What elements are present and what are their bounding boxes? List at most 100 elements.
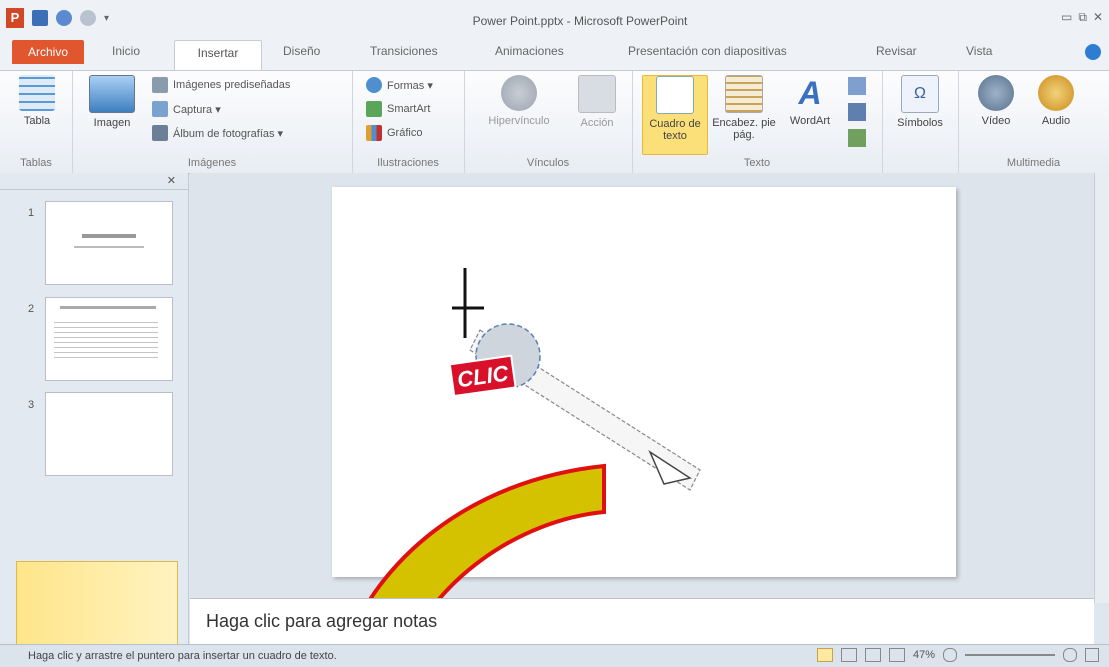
shapes-button[interactable]: Formas ▾: [366, 77, 433, 93]
undo-icon[interactable]: [56, 10, 72, 26]
slide-number: 1: [28, 207, 35, 219]
tab-design[interactable]: Diseño: [283, 44, 320, 58]
object-icon[interactable]: [848, 129, 866, 147]
table-button[interactable]: Tabla: [14, 75, 60, 127]
slide-number: 2: [28, 303, 35, 315]
wordart-button[interactable]: A WordArt: [780, 75, 840, 127]
textbox-button[interactable]: Cuadro de texto: [642, 75, 708, 155]
slide-thumbnail-3[interactable]: [45, 392, 173, 476]
picture-button-label: Imagen: [93, 117, 131, 129]
group-links: Hipervínculo Acción Vínculos: [464, 71, 633, 173]
slide-thumbnail-2[interactable]: [45, 297, 173, 381]
screenshot-button[interactable]: Captura ▾: [152, 101, 221, 117]
action-label: Acción: [580, 117, 614, 129]
title-bar: P ▾ Power Point.pptx - Microsoft PowerPo…: [0, 0, 1109, 37]
tab-view[interactable]: Vista: [966, 44, 992, 58]
group-symbols: Ω Símbolos: [882, 71, 959, 173]
tab-file[interactable]: Archivo: [12, 40, 84, 64]
tab-review[interactable]: Revisar: [876, 44, 917, 58]
slide-thumbnail-1[interactable]: [45, 201, 173, 285]
video-label: Vídeo: [981, 115, 1011, 127]
status-bar: Haga clic y arrastre el puntero para ins…: [0, 644, 1109, 667]
zoom-in-icon[interactable]: [1063, 648, 1077, 662]
textbox-label: Cuadro de texto: [649, 118, 701, 142]
help-icon[interactable]: [1085, 44, 1101, 60]
action-button[interactable]: Acción: [572, 75, 622, 129]
chart-button[interactable]: Gráfico: [366, 125, 422, 141]
ribbon: Tabla Tablas Imagen Imágenes prediseñada…: [0, 70, 1109, 174]
status-message: Haga clic y arrastre el puntero para ins…: [28, 650, 337, 662]
customize-qat-icon[interactable]: ▾: [104, 13, 109, 24]
slide-editing-area: [190, 173, 1094, 597]
group-media-label: Multimedia: [1006, 157, 1061, 169]
slide-thumbnail-pane: ✕ 1 2 3: [0, 173, 189, 651]
close-pane-icon[interactable]: ✕: [167, 174, 176, 187]
wordart-label: WordArt: [789, 115, 831, 127]
save-icon[interactable]: [32, 10, 48, 26]
redo-icon[interactable]: [80, 10, 96, 26]
group-text: Cuadro de texto Encabez. pie pág. A Word…: [632, 71, 883, 173]
tab-slideshow[interactable]: Presentación con diapositivas: [628, 44, 787, 58]
thumbnail-pane-header: ✕: [0, 173, 188, 190]
zoom-slider[interactable]: [965, 654, 1055, 656]
normal-view-icon[interactable]: [816, 648, 833, 662]
smartart-button[interactable]: SmartArt: [366, 101, 430, 117]
video-button[interactable]: Vídeo: [968, 75, 1024, 127]
symbols-button[interactable]: Ω Símbolos: [890, 75, 950, 129]
video-icon: [978, 75, 1014, 111]
minimize-button[interactable]: ▭: [1061, 10, 1072, 25]
zoom-level[interactable]: 47%: [913, 649, 935, 661]
screenshot-icon: [152, 101, 168, 117]
smartart-icon: [366, 101, 382, 117]
slide-sorter-icon[interactable]: [840, 648, 857, 662]
notes-pane[interactable]: Haga clic para agregar notas: [190, 598, 1094, 645]
clipart-button[interactable]: Imágenes prediseñadas: [152, 77, 290, 93]
thumb-title-line: [82, 234, 136, 238]
photo-album-button[interactable]: Álbum de fotografías ▾: [152, 125, 283, 141]
audio-label: Audio: [1041, 115, 1071, 127]
ribbon-tabs: Archivo Inicio Insertar Diseño Transicio…: [0, 36, 1109, 71]
thumb-title-line: [60, 306, 156, 309]
header-footer-label: Encabez. pie pág.: [712, 117, 776, 141]
status-controls: 47%: [816, 648, 1099, 662]
screenshot-label: Captura ▾: [173, 103, 221, 116]
tab-animations[interactable]: Animaciones: [495, 44, 564, 58]
datetime-icon[interactable]: [848, 77, 866, 95]
zoom-out-icon[interactable]: [943, 648, 957, 662]
hyperlink-icon: [501, 75, 537, 111]
slideshow-icon[interactable]: [888, 648, 905, 662]
audio-icon: [1038, 75, 1074, 111]
smartart-label: SmartArt: [387, 103, 431, 115]
action-icon: [578, 75, 616, 113]
fit-to-window-icon[interactable]: [1085, 648, 1099, 662]
group-illustrations: Formas ▾ SmartArt Gráfico Ilustraciones: [352, 71, 465, 173]
tab-transitions[interactable]: Transiciones: [370, 44, 438, 58]
audio-button[interactable]: Audio: [1028, 75, 1084, 127]
album-label: Álbum de fotografías ▾: [173, 127, 284, 140]
shapes-label: Formas ▾: [387, 79, 433, 92]
vertical-scrollbar[interactable]: [1094, 173, 1109, 603]
quick-access-toolbar: P ▾: [6, 8, 109, 28]
group-links-label: Vínculos: [526, 157, 570, 169]
album-icon: [152, 125, 168, 141]
picture-icon: [89, 75, 135, 113]
reading-view-icon[interactable]: [864, 648, 881, 662]
shapes-icon: [366, 77, 382, 93]
hyperlink-label: Hipervínculo: [488, 115, 550, 127]
wordart-icon: A: [798, 75, 822, 111]
slide-number-icon[interactable]: [848, 103, 866, 121]
notes-placeholder[interactable]: Haga clic para agregar notas: [206, 611, 437, 632]
hyperlink-button[interactable]: Hipervínculo: [474, 75, 564, 127]
picture-button[interactable]: Imagen: [84, 75, 140, 129]
header-footer-button[interactable]: Encabez. pie pág.: [712, 75, 776, 141]
close-button[interactable]: ✕: [1093, 10, 1103, 25]
restore-button[interactable]: ⧉: [1078, 10, 1087, 25]
current-slide[interactable]: [332, 187, 956, 577]
tab-home[interactable]: Inicio: [112, 44, 140, 58]
group-images: Imagen Imágenes prediseñadas Captura ▾ Á…: [72, 71, 353, 173]
slide-number: 3: [28, 399, 35, 411]
clipart-icon: [152, 77, 168, 93]
group-images-label: Imágenes: [187, 157, 237, 169]
group-illustrations-label: Ilustraciones: [377, 157, 439, 169]
tab-insert[interactable]: Insertar: [174, 40, 262, 71]
